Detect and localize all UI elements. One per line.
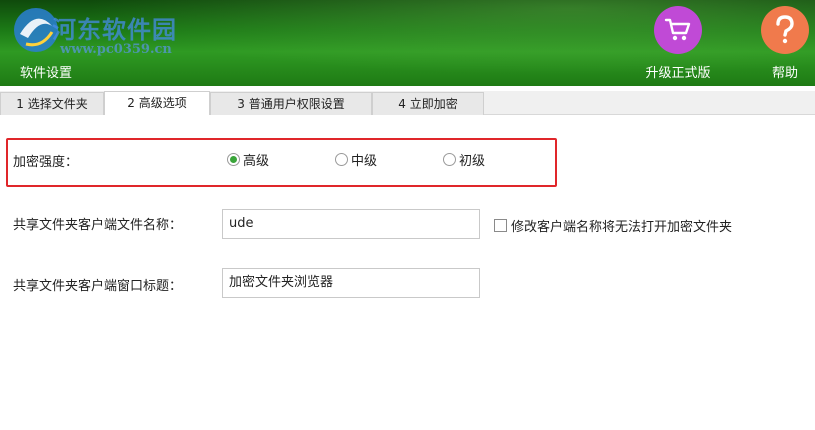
software-settings-label: 软件设置 [20, 66, 73, 81]
help-label: 帮助 [771, 66, 798, 81]
window-title-input[interactable]: 加密文件夹浏览器 [222, 268, 480, 298]
radio-medium[interactable]: 中级 [335, 150, 377, 169]
help-button[interactable]: 帮助 [745, 6, 815, 82]
upgrade-label: 升级正式版 [645, 66, 711, 81]
tab-select-folder[interactable]: 1 选择文件夹 [0, 92, 104, 115]
watermark-text: 河东软件园 [52, 15, 177, 44]
radio-low[interactable]: 初级 [443, 150, 485, 169]
tab-encrypt-now[interactable]: 4 立即加密 [372, 92, 484, 115]
radio-medium-indicator [335, 153, 348, 166]
tab-user-permissions[interactable]: 3 普通用户权限设置 [210, 92, 372, 115]
radio-high-label: 高级 [243, 154, 270, 169]
client-filename-label: 共享文件夹客户端文件名称： [13, 218, 183, 233]
rename-warning-label: 修改客户端名称将无法打开加密文件夹 [511, 220, 733, 235]
radio-low-indicator [443, 153, 456, 166]
upgrade-button[interactable]: 升级正式版 [638, 6, 718, 82]
cart-icon [654, 6, 702, 54]
rename-warning-checkbox[interactable]: 修改客户端名称将无法打开加密文件夹 [494, 216, 732, 235]
radio-high[interactable]: 高级 [227, 150, 269, 169]
window-title-label: 共享文件夹客户端窗口标题： [13, 279, 183, 294]
encryption-strength-label: 加密强度： [13, 155, 79, 170]
client-filename-input[interactable]: ude [222, 209, 480, 239]
radio-low-label: 初级 [459, 154, 486, 169]
radio-medium-label: 中级 [351, 154, 378, 169]
rename-warning-checkbox-box [494, 219, 507, 232]
header-banner: 河东软件园 www.pc0359.cn 软件设置 升级正式版 帮助 [0, 0, 815, 86]
watermark-url: www.pc0359.cn [60, 42, 172, 57]
radio-high-indicator [227, 153, 240, 166]
tab-advanced-options[interactable]: 2 高级选项 [104, 91, 210, 115]
tabs-bar: 1 选择文件夹 2 高级选项 3 普通用户权限设置 4 立即加密 [0, 91, 815, 115]
question-icon [761, 6, 809, 54]
